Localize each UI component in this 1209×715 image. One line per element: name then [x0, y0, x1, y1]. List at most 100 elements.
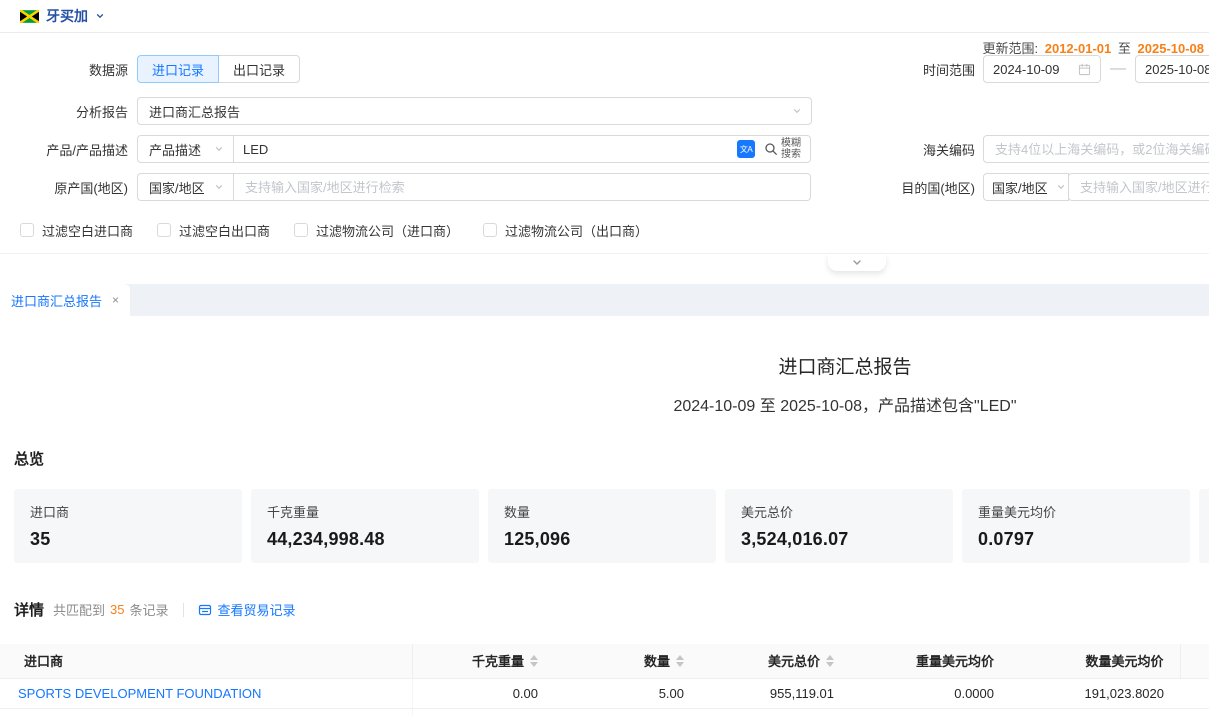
sort-icon	[530, 655, 538, 667]
vertical-divider	[183, 603, 184, 617]
cell-clipped	[1180, 678, 1209, 708]
translate-icon[interactable]: 文A	[737, 140, 755, 158]
data-source-toggle: 进口记录 出口记录	[137, 55, 300, 83]
view-trade-records-link[interactable]: 查看贸易记录	[198, 600, 296, 619]
update-range-to: 至	[1118, 41, 1131, 56]
match-prefix: 共匹配到	[53, 600, 105, 619]
checkbox-label: 过滤物流公司（出口商）	[505, 221, 648, 240]
checkbox-filter-blank-importer[interactable]: 过滤空白进口商	[20, 221, 133, 240]
tab-import-records[interactable]: 进口记录	[137, 55, 219, 83]
details-bar: 详情 共匹配到 35 条记录 查看贸易记录	[14, 599, 1209, 620]
destination-input[interactable]	[1068, 173, 1209, 201]
col-header-kg-weight[interactable]: 千克重量	[412, 644, 554, 678]
stat-card-label: 数量	[504, 502, 700, 521]
stat-card-value: 3,524,016.07	[741, 529, 937, 550]
hs-code-label: 海关编码	[885, 140, 975, 159]
update-range-end: 2025-10-08	[1138, 41, 1205, 56]
fuzzy-search-toggle[interactable]: 模糊 搜索	[764, 138, 801, 160]
col-header-usd-total[interactable]: 美元总价	[700, 644, 850, 678]
cell-quantity: 5.00	[554, 708, 700, 715]
stat-card-value: 44,234,998.48	[267, 529, 463, 550]
cell-usd-total: 955,119.01	[700, 678, 850, 708]
origin-input[interactable]	[233, 173, 811, 201]
checkbox-icon[interactable]	[20, 223, 34, 237]
cell-usd-per-weight: 0.0000	[850, 678, 1010, 708]
product-search-input[interactable]	[243, 142, 729, 157]
cell-quantity: 5.00	[554, 678, 700, 708]
destination-type-value: 国家/地区	[992, 178, 1048, 197]
match-suffix: 条记录	[130, 600, 169, 619]
product-field-select[interactable]: 产品描述	[137, 135, 234, 163]
cell-importer: KIDTOPIA	[0, 708, 412, 715]
table-header-row: 进口商 千克重量 数量 美元总价 重量美元均价 数量美	[0, 644, 1209, 678]
end-date-value[interactable]	[1145, 62, 1209, 77]
stat-card-label: 千克重量	[267, 502, 463, 521]
checkbox-icon[interactable]	[294, 223, 308, 237]
checkbox-icon[interactable]	[157, 223, 171, 237]
cell-clipped	[1180, 708, 1209, 715]
update-range-start: 2012-01-01	[1045, 41, 1112, 56]
overview-heading: 总览	[14, 448, 1209, 469]
update-range-label: 更新范围:	[982, 41, 1038, 56]
tab-importer-summary-report[interactable]: 进口商汇总报告 ×	[0, 284, 130, 316]
chevron-down-icon	[1056, 182, 1066, 192]
cell-usd-per-weight: 65.7815	[850, 708, 1010, 715]
product-field-value: 产品描述	[149, 140, 201, 159]
hs-code-group: 海关编码	[885, 135, 1209, 163]
tab-label: 进口商汇总报告	[11, 291, 102, 310]
filter-row-origin: 原产国(地区) 国家/地区 目的国(地区) 国家/地区	[0, 173, 1209, 201]
country-selector[interactable]: 牙买加	[20, 6, 105, 26]
fuzzy-search-label-line2: 搜索	[781, 149, 801, 160]
cell-importer: SPORTS DEVELOPMENT FOUNDATION	[0, 678, 412, 708]
stat-card-clipped	[1199, 489, 1209, 563]
report-title: 进口商汇总报告	[0, 352, 1209, 379]
cell-usd-per-quantity: 191,023.8020	[1010, 678, 1180, 708]
start-date-input[interactable]	[983, 55, 1101, 83]
checkbox-filter-logistics-exporter[interactable]: 过滤物流公司（出口商）	[483, 221, 648, 240]
col-header-usd-per-weight: 重量美元均价	[850, 644, 1010, 678]
stat-card-value: 0.0797	[978, 529, 1174, 550]
hs-code-input[interactable]	[983, 135, 1209, 163]
col-header-usd-per-quantity: 数量美元均价	[1010, 644, 1180, 678]
end-date-input[interactable]	[1135, 55, 1209, 83]
importer-link[interactable]: SPORTS DEVELOPMENT FOUNDATION	[18, 686, 261, 701]
report-type-select[interactable]: 进口商汇总报告	[137, 97, 812, 125]
product-search-box[interactable]: 文A 模糊 搜索	[233, 135, 811, 163]
cell-usd-per-quantity: 38,047.9960	[1010, 708, 1180, 715]
cell-kg-weight: 0.00	[412, 678, 554, 708]
stat-card-value: 125,096	[504, 529, 700, 550]
origin-label: 原产国(地区)	[0, 178, 128, 197]
stat-card-usd-total: 美元总价 3,524,016.07	[725, 489, 953, 563]
report-subtitle: 2024-10-09 至 2025-10-08，产品描述包含"LED"	[0, 392, 1209, 416]
cell-usd-total: 190,239.98	[700, 708, 850, 715]
checkbox-icon[interactable]	[483, 223, 497, 237]
close-icon[interactable]: ×	[112, 294, 119, 306]
filter-row-data-source: 数据源 进口记录 出口记录 时间范围 —	[0, 55, 1209, 83]
stat-card-label: 重量美元均价	[978, 502, 1174, 521]
fuzzy-search-label: 模糊 搜索	[781, 138, 801, 160]
collapse-filters-button[interactable]	[828, 254, 886, 271]
origin-type-value: 国家/地区	[149, 178, 205, 197]
match-summary: 共匹配到 35 条记录	[53, 600, 169, 619]
table-row: KIDTOPIA 2,892.00 5.00 190,239.98 65.781…	[0, 708, 1209, 715]
col-header-quantity[interactable]: 数量	[554, 644, 700, 678]
stat-card-kg-weight: 千克重量 44,234,998.48	[251, 489, 479, 563]
start-date-value[interactable]	[993, 62, 1078, 77]
cell-kg-weight: 2,892.00	[412, 708, 554, 715]
time-range-label: 时间范围	[885, 60, 975, 79]
chevron-down-icon	[792, 106, 802, 116]
product-label: 产品/产品描述	[0, 140, 128, 159]
checkbox-label: 过滤物流公司（进口商）	[316, 221, 459, 240]
col-header-importer: 进口商	[0, 644, 412, 678]
destination-group: 目的国(地区) 国家/地区	[885, 173, 1209, 201]
checkbox-filter-blank-exporter[interactable]: 过滤空白出口商	[157, 221, 270, 240]
checkbox-filter-logistics-importer[interactable]: 过滤物流公司（进口商）	[294, 221, 459, 240]
sort-icon	[676, 655, 684, 667]
origin-type-select[interactable]: 国家/地区	[137, 173, 234, 201]
tab-export-records[interactable]: 出口记录	[218, 55, 300, 83]
filter-panel: 更新范围: 2012-01-01 至 2025-10-08 数据源 进口记录 出…	[0, 33, 1209, 254]
destination-type-select[interactable]: 国家/地区	[983, 173, 1069, 201]
destination-label: 目的国(地区)	[885, 178, 975, 197]
filter-row-product: 产品/产品描述 产品描述 文A 模糊 搜索 海关编码	[0, 135, 1209, 163]
chevron-down-icon	[851, 257, 863, 269]
